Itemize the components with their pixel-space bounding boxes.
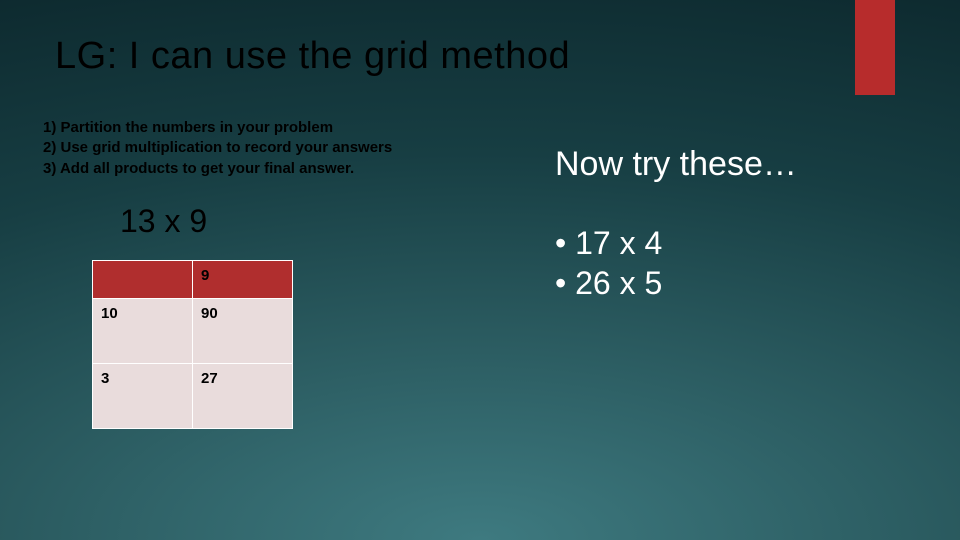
example-expression: 13 x 9 [120,203,207,240]
page-title: LG: I can use the grid method [55,35,570,78]
steps-list: 1) Partition the numbers in your problem… [43,118,392,179]
grid-cell-value: 27 [193,364,293,429]
grid-row-label: 10 [93,299,193,364]
step-item: 3) Add all products to get your final an… [43,159,392,179]
grid-col-header: 9 [193,261,293,299]
grid-row-label: 3 [93,364,193,429]
try-these-list: 17 x 4 26 x 5 [555,223,662,303]
grid-corner-cell [93,261,193,299]
grid-cell-value: 90 [193,299,293,364]
accent-bar [855,0,895,95]
try-item: 17 x 4 [555,223,662,263]
step-item: 1) Partition the numbers in your problem [43,118,392,138]
now-try-heading: Now try these… [555,145,797,184]
step-item: 2) Use grid multiplication to record you… [43,138,392,158]
try-item: 26 x 5 [555,263,662,303]
multiplication-grid: 9 10 90 3 27 [92,260,293,429]
